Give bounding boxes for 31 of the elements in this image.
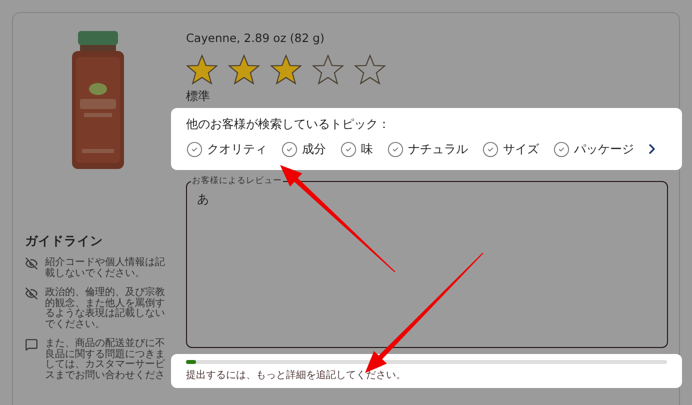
check-icon [186, 140, 203, 158]
guidelines-title: ガイドライン [25, 233, 104, 249]
eye-off-icon [25, 287, 38, 300]
check-icon [340, 140, 357, 158]
topic-chip[interactable]: ナチュラル [387, 140, 468, 158]
review-input[interactable]: あ [197, 187, 657, 223]
empty-star-icon[interactable] [312, 54, 344, 85]
check-icon [387, 140, 404, 158]
filled-star-icon[interactable] [228, 54, 260, 85]
eye-off-icon [25, 257, 38, 270]
rating-label: 標準 [186, 88, 211, 104]
filled-star-icon[interactable] [270, 54, 302, 85]
topic-chip[interactable]: パッケージ [553, 140, 634, 158]
topic-chip[interactable]: クオリティ [186, 140, 267, 158]
guideline-text: また、商品の配送並びに不良品に関する問題につきましては、カスタマーサービスまでお問い合わせくださ [45, 339, 166, 381]
guideline-text: 政治的、倫理的、及び宗教的観念、また他人を罵倒するような表現は記載しないでください。 [45, 288, 166, 330]
topic-chip[interactable]: 味 [340, 140, 373, 158]
product-title: Cayenne, 2.89 oz (82 g) [186, 30, 326, 46]
review-field[interactable]: お客様によるレビュー あ [186, 176, 668, 348]
guideline-text: 紹介コードや個人情報は記載しないでください。 [45, 258, 166, 279]
empty-star-icon[interactable] [354, 54, 386, 85]
topic-chip[interactable]: サイズ [482, 140, 539, 158]
check-icon [281, 140, 298, 158]
topics-heading: 他のお客様が検索しているトピック： [186, 116, 391, 133]
message-icon [25, 338, 38, 351]
check-icon [482, 140, 499, 158]
progress-message: 提出するには、もっと詳細を追記してください。 [186, 369, 407, 383]
filled-star-icon[interactable] [186, 54, 218, 85]
check-icon [553, 140, 570, 158]
star-rating[interactable] [186, 54, 386, 85]
topic-chip[interactable]: 成分 [281, 140, 326, 158]
